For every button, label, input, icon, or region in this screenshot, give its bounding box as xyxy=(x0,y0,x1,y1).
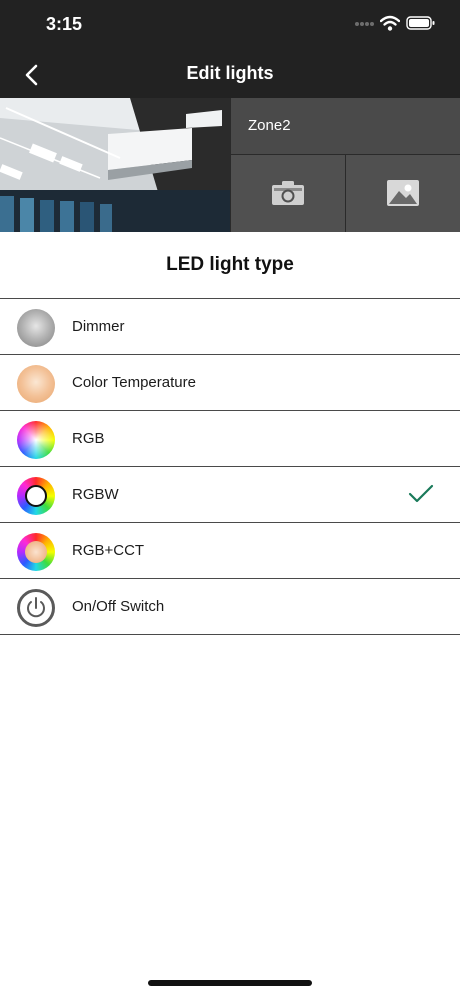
rgb-cct-color-wheel-icon xyxy=(17,533,55,571)
section-title: LED light type xyxy=(166,254,294,275)
list-item-label: Color Temperature xyxy=(72,374,196,391)
checkmark-icon xyxy=(408,484,434,503)
list-item-color-temperature[interactable]: Color Temperature xyxy=(0,355,460,411)
page-title: Edit lights xyxy=(186,63,274,83)
camera-icon xyxy=(272,181,304,205)
list-item-rgb[interactable]: RGB xyxy=(0,411,460,467)
rgbw-color-wheel-icon xyxy=(17,477,55,515)
list-item-rgb-cct[interactable]: RGB+CCT xyxy=(0,523,460,579)
power-icon xyxy=(17,589,55,627)
wifi-icon xyxy=(380,15,400,31)
choose-image-button[interactable] xyxy=(345,155,460,232)
list-item-label: On/Off Switch xyxy=(72,598,165,615)
list-item-label: RGB+CCT xyxy=(72,542,145,559)
list-item-label: RGBW xyxy=(72,486,119,503)
top-bar: 3:15 Edit lights xyxy=(0,0,460,98)
zone-name-field[interactable]: Zone2 xyxy=(230,98,460,154)
list-item-label: RGB xyxy=(72,430,105,447)
status-time: 3:15 xyxy=(46,14,83,34)
battery-icon xyxy=(406,16,435,30)
list-item-on-off-switch[interactable]: On/Off Switch xyxy=(0,579,460,635)
list-item-label: Dimmer xyxy=(72,318,125,335)
home-indicator[interactable] xyxy=(148,980,312,986)
list-item-dimmer[interactable]: Dimmer xyxy=(0,299,460,355)
dimmer-icon xyxy=(17,309,55,347)
color-temperature-icon xyxy=(17,365,55,403)
list-item-rgbw[interactable]: RGBW xyxy=(0,467,460,523)
zone-name: Zone2 xyxy=(248,117,291,134)
light-type-list: Dimmer Color Temperature RGB RGBW RGB+CC… xyxy=(0,298,460,635)
zone-photo xyxy=(0,98,230,232)
take-photo-button[interactable] xyxy=(230,155,345,232)
signal-dots-icon xyxy=(355,22,375,28)
image-gallery-icon xyxy=(387,180,419,206)
rgb-color-wheel-icon xyxy=(17,421,55,459)
